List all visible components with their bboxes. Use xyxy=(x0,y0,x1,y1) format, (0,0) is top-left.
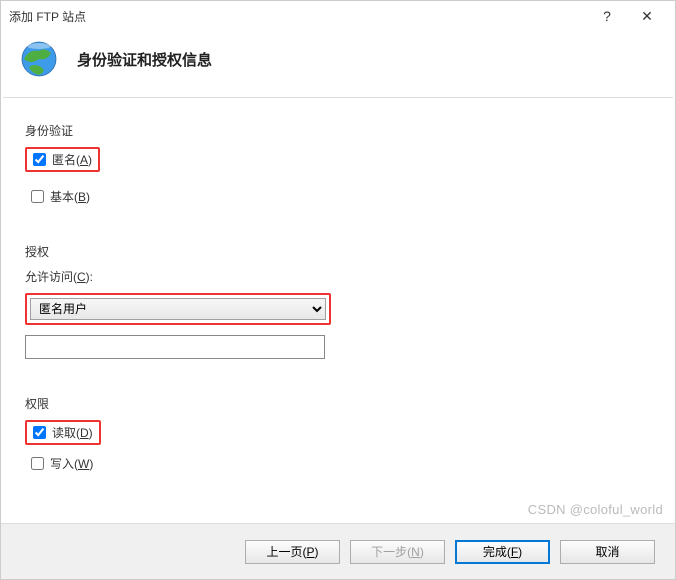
close-button[interactable]: ✕ xyxy=(627,8,667,25)
content-area: 身份验证 匿名(A) 基本(B) 授权 允许访问(C): 匿名用户 权限 读取(… xyxy=(1,98,675,474)
authz-group-label: 授权 xyxy=(25,243,651,260)
cancel-button[interactable]: 取消 xyxy=(560,540,655,564)
dialog-header: 身份验证和授权信息 xyxy=(1,31,675,97)
help-button[interactable]: ? xyxy=(587,8,627,24)
auth-group-label: 身份验证 xyxy=(25,122,651,139)
read-label: 读取(D) xyxy=(52,424,93,441)
permissions-section: 权限 读取(D) 写入(W) xyxy=(25,395,651,474)
read-checkbox[interactable] xyxy=(33,426,46,439)
allow-access-label: 允许访问(C): xyxy=(25,268,651,285)
write-label: 写入(W) xyxy=(50,455,93,472)
window-title: 添加 FTP 站点 xyxy=(9,8,587,25)
allow-access-select[interactable]: 匿名用户 xyxy=(30,298,326,320)
write-checkbox[interactable] xyxy=(31,457,44,470)
write-row: 写入(W) xyxy=(25,453,651,474)
anonymous-highlight: 匿名(A) xyxy=(25,147,100,172)
page-title: 身份验证和授权信息 xyxy=(77,49,212,70)
next-button: 下一步(N) xyxy=(350,540,445,564)
authentication-section: 身份验证 匿名(A) 基本(B) xyxy=(25,122,651,207)
watermark: CSDN @coloful_world xyxy=(528,502,663,517)
basic-row: 基本(B) xyxy=(25,186,651,207)
footer: 上一页(P) 下一步(N) 完成(F) 取消 xyxy=(1,523,675,579)
finish-button[interactable]: 完成(F) xyxy=(455,540,550,564)
read-highlight: 读取(D) xyxy=(25,420,101,445)
anonymous-checkbox[interactable] xyxy=(33,153,46,166)
allow-access-highlight: 匿名用户 xyxy=(25,293,331,325)
previous-button[interactable]: 上一页(P) xyxy=(245,540,340,564)
authorization-section: 授权 允许访问(C): 匿名用户 权限 读取(D) 写入(W) xyxy=(25,243,651,474)
basic-checkbox[interactable] xyxy=(31,190,44,203)
globe-icon xyxy=(19,39,59,79)
titlebar: 添加 FTP 站点 ? ✕ xyxy=(1,1,675,31)
basic-label: 基本(B) xyxy=(50,188,90,205)
authz-textbox[interactable] xyxy=(25,335,325,359)
anonymous-label: 匿名(A) xyxy=(52,151,92,168)
perm-group-label: 权限 xyxy=(25,395,651,412)
